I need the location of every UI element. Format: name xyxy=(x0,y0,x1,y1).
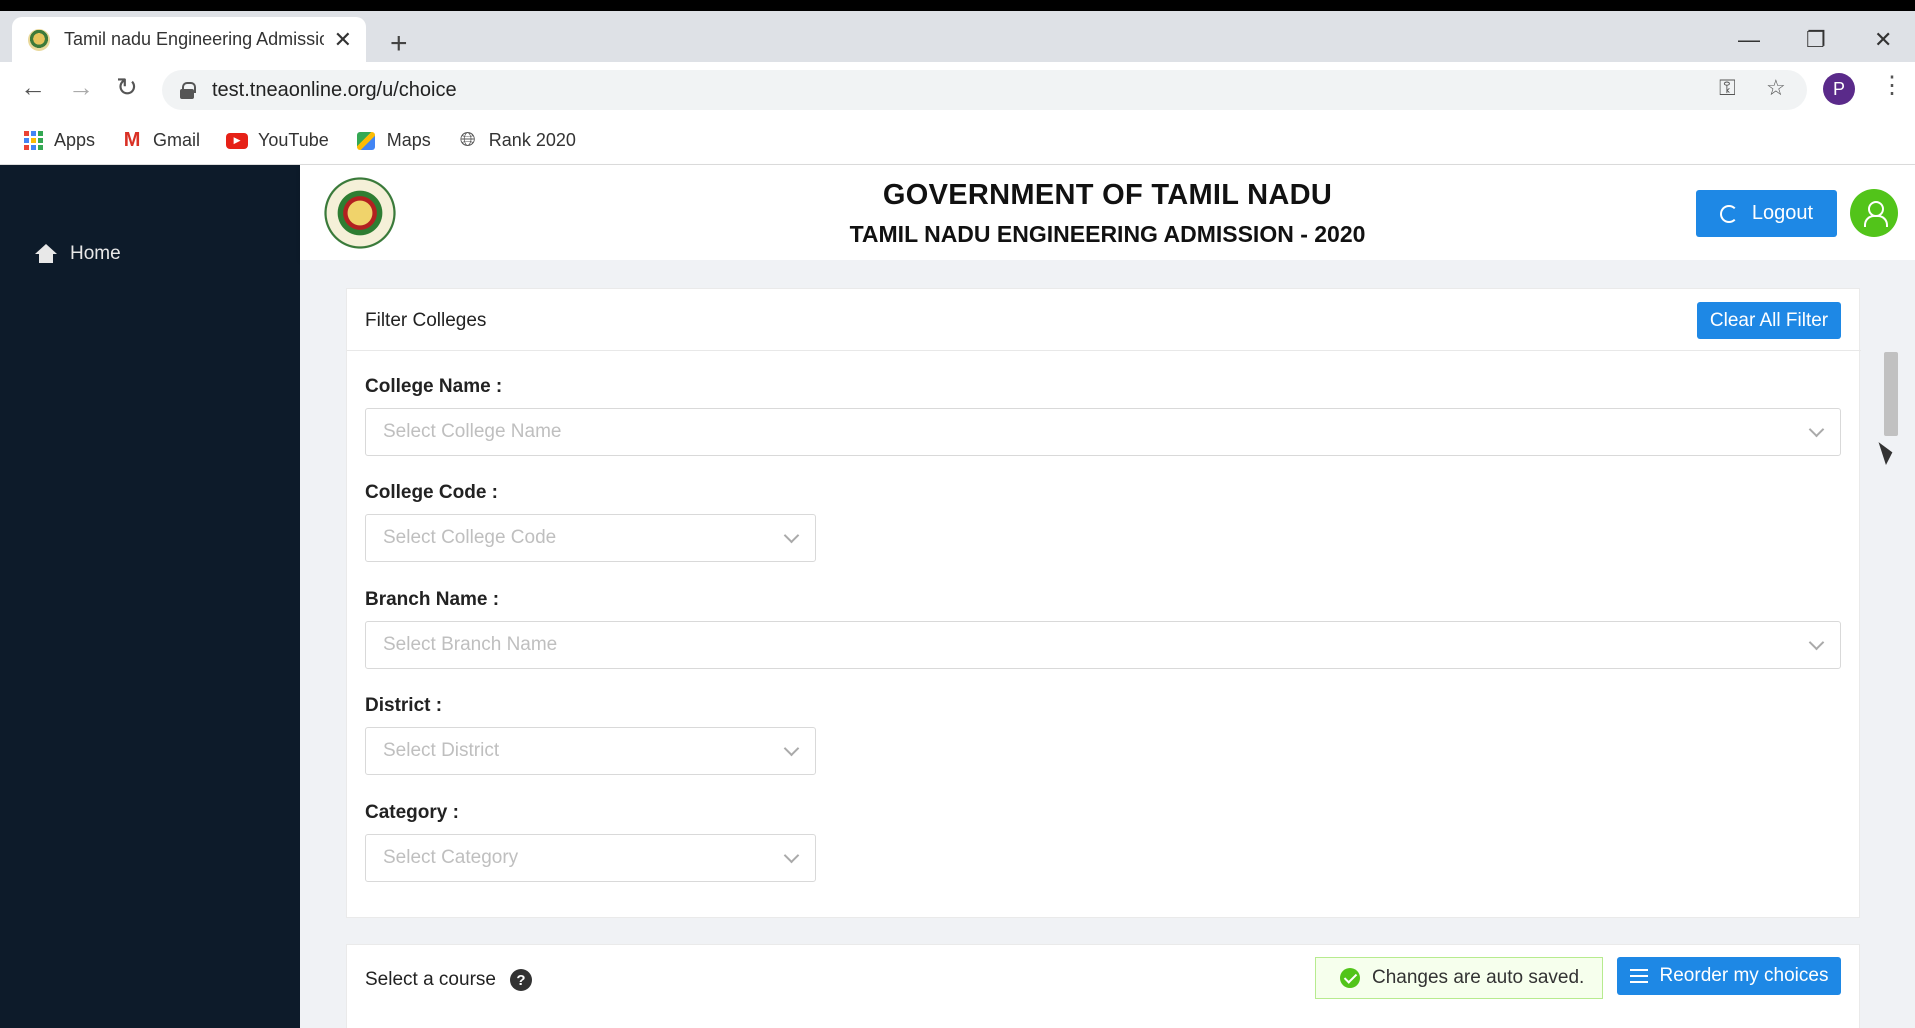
tab-close-icon[interactable]: ✕ xyxy=(334,27,352,53)
user-avatar[interactable] xyxy=(1850,189,1898,237)
select-course-heading: Select a course ? xyxy=(365,969,532,991)
autosave-alert: Changes are auto saved. xyxy=(1315,957,1603,999)
bookmark-star-icon[interactable]: ☆ xyxy=(1766,77,1786,99)
chevron-down-icon xyxy=(1808,421,1825,438)
gmail-icon: M xyxy=(123,129,141,151)
bookmark-rank-2020[interactable]: 🌐︎ Rank 2020 xyxy=(457,129,576,152)
college-name-select[interactable]: Select College Name xyxy=(365,408,1841,456)
url-text[interactable]: test.tneaonline.org/u/choice xyxy=(212,79,457,102)
logout-label: Logout xyxy=(1751,202,1814,224)
district-placeholder: Select District xyxy=(383,740,500,761)
page-header: GOVERNMENT OF TAMIL NADU TAMIL NADU ENGI… xyxy=(300,165,1915,260)
chevron-down-icon xyxy=(1808,634,1825,651)
bookmark-label: Rank 2020 xyxy=(488,130,576,150)
category-select[interactable]: Select Category xyxy=(365,834,816,882)
select-course-card: Select a course ? Changes are auto saved… xyxy=(346,944,1860,1028)
address-bar[interactable]: test.tneaonline.org/u/choice xyxy=(162,70,1807,110)
page-title: GOVERNMENT OF TAMIL NADU xyxy=(882,179,1333,211)
bookmarks-bar: Apps M Gmail ▶ YouTube Maps 🌐︎ Rank 2020 xyxy=(0,117,1915,165)
chevron-down-icon xyxy=(783,847,800,864)
list-icon xyxy=(1629,969,1648,983)
close-window-icon[interactable]: ✕ xyxy=(1874,27,1892,53)
bookmark-maps[interactable]: Maps xyxy=(355,130,431,152)
bookmark-apps[interactable]: Apps xyxy=(22,130,95,152)
logout-icon xyxy=(1719,204,1738,223)
district-select[interactable]: Select District xyxy=(365,727,816,775)
college-code-placeholder: Select College Code xyxy=(383,527,557,548)
browser-menu-icon[interactable]: ⋮ xyxy=(1880,74,1904,98)
key-icon[interactable]: ⚿ xyxy=(1719,77,1736,99)
profile-avatar[interactable]: P xyxy=(1823,73,1855,105)
bookmark-youtube[interactable]: ▶ YouTube xyxy=(226,130,329,152)
chevron-down-icon xyxy=(783,740,800,757)
page-subtitle: TAMIL NADU ENGINEERING ADMISSION - 2020 xyxy=(849,221,1366,247)
bookmark-label: Apps xyxy=(54,130,96,150)
restore-icon[interactable]: ❐ xyxy=(1806,27,1826,53)
back-arrow-icon[interactable]: ← xyxy=(20,74,46,100)
page-scrollbar[interactable] xyxy=(1881,280,1901,1028)
main-content: Filter Colleges Clear All Filter College… xyxy=(300,260,1915,1028)
filter-card-header: Filter Colleges Clear All Filter xyxy=(347,289,1861,351)
category-placeholder: Select Category xyxy=(383,847,519,868)
minimize-icon[interactable]: — xyxy=(1738,27,1760,53)
branch-name-label: Branch Name : xyxy=(365,589,500,610)
branch-name-select[interactable]: Select Branch Name xyxy=(365,621,1841,669)
browser-tab[interactable]: Tamil nadu Engineering Admissio ✕ xyxy=(12,17,366,62)
question-circle-icon[interactable]: ? xyxy=(509,969,532,991)
bookmark-label: YouTube xyxy=(258,130,329,150)
scrollbar-thumb[interactable] xyxy=(1884,352,1898,436)
new-tab-icon[interactable]: + xyxy=(390,29,408,59)
tamil-nadu-emblem-icon xyxy=(322,173,398,253)
check-circle-icon xyxy=(1340,968,1360,988)
college-code-select[interactable]: Select College Code xyxy=(365,514,816,562)
user-icon xyxy=(1863,201,1888,227)
lock-icon xyxy=(180,82,196,99)
window-top-edge xyxy=(0,0,1915,11)
bookmark-label: Gmail xyxy=(153,130,201,150)
youtube-icon: ▶ xyxy=(226,130,249,152)
sidebar-item-label: Home xyxy=(70,243,121,264)
apps-grid-icon xyxy=(22,130,44,152)
home-icon xyxy=(34,244,58,264)
reorder-label: Reorder my choices xyxy=(1659,965,1829,986)
branch-name-placeholder: Select Branch Name xyxy=(383,634,558,655)
tab-strip: Tamil nadu Engineering Admissio ✕ + — ❐ … xyxy=(0,11,1915,62)
tab-title: Tamil nadu Engineering Admissio xyxy=(64,29,324,49)
clear-all-filter-button[interactable]: Clear All Filter xyxy=(1697,302,1841,339)
autosave-text: Changes are auto saved. xyxy=(1372,967,1585,988)
tn-emblem-favicon-icon xyxy=(28,28,50,51)
sidebar: Home xyxy=(0,165,300,1028)
logout-button[interactable]: Logout xyxy=(1696,190,1837,237)
chevron-down-icon xyxy=(783,527,800,544)
globe-icon: 🌐︎ xyxy=(459,129,476,151)
sidebar-item-home[interactable]: Home xyxy=(34,243,121,265)
bookmark-label: Maps xyxy=(386,130,431,150)
filter-colleges-card: Filter Colleges Clear All Filter College… xyxy=(346,288,1861,918)
select-course-label: Select a course xyxy=(365,969,496,990)
college-code-label: College Code : xyxy=(365,482,499,503)
bookmark-gmail[interactable]: M Gmail xyxy=(121,129,201,152)
college-name-label: College Name : xyxy=(365,376,503,397)
reload-icon[interactable]: ↻ xyxy=(116,74,138,100)
browser-toolbar: ← → ↻ test.tneaonline.org/u/choice ⚿ ☆ P… xyxy=(0,62,1915,117)
district-label: District : xyxy=(365,695,443,716)
college-name-placeholder: Select College Name xyxy=(383,421,562,442)
filter-title: Filter Colleges xyxy=(365,310,487,331)
maps-icon xyxy=(355,130,377,152)
reorder-choices-button[interactable]: Reorder my choices xyxy=(1617,957,1841,995)
forward-arrow-icon[interactable]: → xyxy=(68,74,94,100)
category-label: Category : xyxy=(365,802,459,823)
